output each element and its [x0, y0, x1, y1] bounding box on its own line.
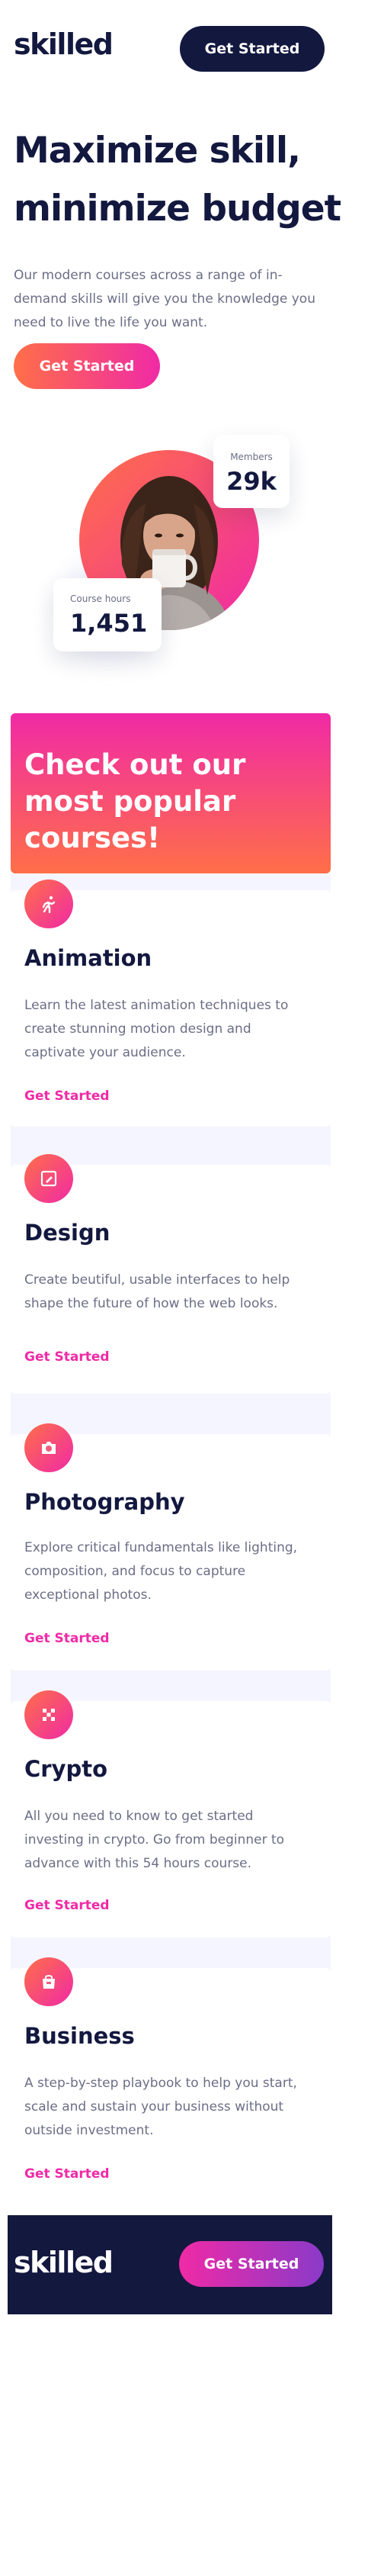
course-title: Animation	[24, 945, 152, 971]
hero-text: Our modern courses across a range of in-…	[14, 268, 315, 330]
hero-get-started-button[interactable]: Get Started	[14, 343, 160, 389]
course-get-started-link[interactable]: Get Started	[24, 2166, 110, 2182]
course-description: Create beutiful, usable interfaces to he…	[24, 1272, 290, 1311]
course-card-photography: Photography Explore critical fundamental…	[11, 1423, 331, 1671]
animation-runner-icon	[24, 880, 73, 928]
hero-title: Maximize skill, minimize budget	[14, 130, 341, 230]
site-footer: skilled Get Started	[8, 2215, 332, 2314]
course-description: A step-by-step playbook to help you star…	[24, 2076, 297, 2138]
course-description: Learn the latest animation techniques to…	[24, 998, 289, 1060]
courses-heading: Check out our most popular courses!	[24, 748, 246, 854]
course-card-design: Design Create beutiful, usable interface…	[11, 1154, 331, 1394]
course-hours-stat-card: Course hours 1,451	[53, 578, 162, 651]
design-pen-icon	[24, 1154, 73, 1203]
course-title: Design	[24, 1220, 110, 1246]
course-get-started-link[interactable]: Get Started	[24, 1631, 110, 1646]
business-bag-icon	[24, 1957, 73, 2006]
course-card-animation: Animation Learn the latest animation tec…	[11, 880, 331, 1127]
footer-logo[interactable]: skilled	[14, 2246, 114, 2279]
course-get-started-link[interactable]: Get Started	[24, 1089, 110, 1104]
course-title: Crypto	[24, 1756, 108, 1782]
course-title: Business	[24, 2023, 135, 2049]
course-description: Explore critical fundamentals like light…	[24, 1540, 298, 1603]
course-title: Photography	[24, 1489, 185, 1515]
members-stat-card: Members 29k	[213, 435, 290, 508]
footer-get-started-button[interactable]: Get Started	[179, 2241, 324, 2287]
header-get-started-button[interactable]: Get Started	[180, 26, 325, 72]
course-get-started-link[interactable]: Get Started	[24, 1898, 110, 1913]
site-header: skilled Get Started	[0, 0, 368, 84]
logo[interactable]: skilled	[14, 27, 114, 61]
course-card-crypto: Crypto All you need to know to get start…	[11, 1690, 331, 1938]
courses-heading-banner: Check out our most popular courses!	[11, 713, 331, 873]
camera-icon	[24, 1423, 73, 1472]
crypto-icon	[24, 1690, 73, 1739]
course-description: All you need to know to get started inve…	[24, 1809, 285, 1871]
course-hours-value: 1,451	[70, 609, 148, 638]
members-label: Members	[230, 452, 273, 462]
course-get-started-link[interactable]: Get Started	[24, 1349, 110, 1365]
members-value: 29k	[226, 467, 277, 496]
course-card-business: Business A step-by-step playbook to help…	[11, 1957, 331, 2205]
course-hours-label: Course hours	[70, 593, 131, 604]
